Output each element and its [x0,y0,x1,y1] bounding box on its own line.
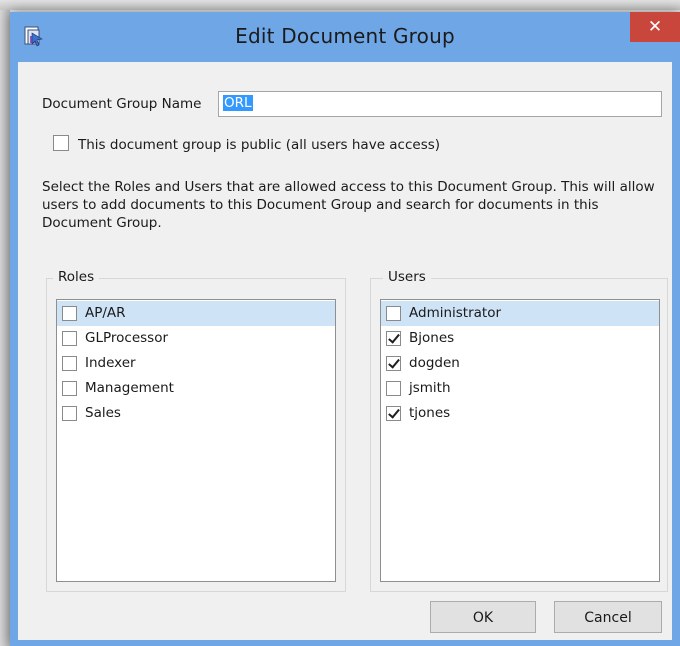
checkmark-icon [388,356,400,369]
title-bar[interactable]: Edit Document Group ✕ [10,12,680,62]
role-item[interactable]: Management [57,376,335,401]
role-checkbox[interactable] [62,381,77,396]
roles-list[interactable]: AP/AR GLProcessor Indexer Management Sal… [56,299,336,582]
close-button[interactable]: ✕ [630,12,680,42]
users-legend: Users [383,269,431,285]
user-label: dogden [409,355,460,371]
background-shadow-top [0,0,680,10]
role-checkbox[interactable] [62,331,77,346]
role-item[interactable]: AP/AR [57,301,335,326]
background-shadow-left [0,0,10,646]
role-label: AP/AR [85,305,126,321]
role-checkbox[interactable] [62,306,77,321]
user-label: jsmith [409,380,451,396]
role-label: Indexer [85,355,136,371]
user-checkbox[interactable] [386,406,401,421]
user-item[interactable]: Bjones [381,326,659,351]
cancel-button[interactable]: Cancel [554,601,662,633]
checkmark-icon [388,406,400,419]
user-checkbox[interactable] [386,381,401,396]
roles-legend: Roles [53,269,100,285]
user-label: Bjones [409,330,455,346]
dialog-body: Document Group Name ORL This document gr… [18,62,672,640]
public-checkbox-box[interactable] [53,135,69,151]
user-label: Administrator [409,305,502,321]
role-item[interactable]: GLProcessor [57,326,335,351]
document-group-name-label: Document Group Name [42,96,202,112]
role-checkbox[interactable] [62,356,77,371]
users-list[interactable]: Administrator Bjones dogden jsmith tjone… [380,299,660,582]
window-title: Edit Document Group [235,24,455,48]
role-label: Management [85,380,174,396]
user-item[interactable]: jsmith [381,376,659,401]
user-item[interactable]: dogden [381,351,659,376]
edit-document-group-dialog: Edit Document Group ✕ Document Group Nam… [10,12,680,646]
role-item[interactable]: Sales [57,401,335,426]
users-groupbox: Users Administrator Bjones dogden jsmith [370,269,668,592]
public-checkbox[interactable] [53,135,69,151]
role-checkbox[interactable] [62,406,77,421]
roles-groupbox: Roles AP/AR GLProcessor Indexer Manageme… [46,269,346,592]
user-checkbox[interactable] [386,356,401,371]
close-icon: ✕ [647,17,663,37]
checkmark-icon [388,331,400,344]
public-checkbox-label[interactable]: This document group is public (all users… [78,137,440,153]
ok-button[interactable]: OK [430,601,536,633]
role-label: Sales [85,405,121,421]
document-group-name-input[interactable]: ORL [218,91,662,117]
access-description: Select the Roles and Users that are allo… [42,179,655,231]
role-label: GLProcessor [85,330,169,346]
role-item[interactable]: Indexer [57,351,335,376]
user-label: tjones [409,405,451,421]
user-item[interactable]: Administrator [381,301,659,326]
user-item[interactable]: tjones [381,401,659,426]
user-checkbox[interactable] [386,331,401,346]
user-checkbox[interactable] [386,306,401,321]
document-group-name-value: ORL [223,95,253,111]
